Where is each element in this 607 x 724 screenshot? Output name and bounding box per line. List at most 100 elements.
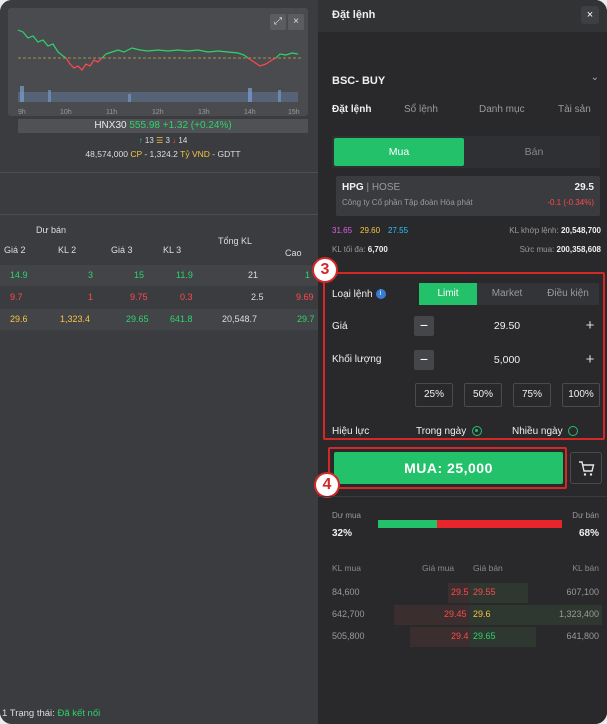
callout-badge-3: 3 bbox=[312, 257, 338, 283]
order-type-conditional[interactable]: Điều kiện bbox=[537, 283, 599, 305]
index-volume: 48,574,000 CP - 1,324.2 Tỷ VND - GDTT bbox=[18, 149, 308, 159]
reference-price[interactable]: 29.60 bbox=[360, 226, 380, 235]
close-icon[interactable]: × bbox=[581, 6, 599, 24]
ask-surplus-label: Dư bán bbox=[572, 511, 599, 520]
flat-count: 3 bbox=[165, 136, 170, 145]
percent-75-button[interactable]: 75% bbox=[513, 383, 551, 407]
max-volume: KL tối đa: 6,700 bbox=[332, 245, 388, 254]
stock-code-line: HPG | HOSE bbox=[342, 182, 400, 193]
percent-100-button[interactable]: 100% bbox=[562, 383, 600, 407]
sentiment-bar-buy bbox=[378, 520, 437, 528]
index-breadth: ↑ 13 ☰ 3 ↓ 14 bbox=[18, 136, 308, 145]
stock-card[interactable]: HPG | HOSE 29.5 Công ty Cổ phần Tập đoàn… bbox=[336, 176, 600, 216]
validity-day-option[interactable]: Trong ngày bbox=[416, 426, 482, 437]
table-cell: 29.65 bbox=[126, 314, 149, 324]
ask-qty: 1,323,400 bbox=[558, 609, 599, 619]
buy-side-button[interactable]: Mua bbox=[334, 138, 464, 166]
connection-status: 1 Trạng thái: Đã kết nối bbox=[2, 708, 100, 719]
percent-25-button[interactable]: 25% bbox=[415, 383, 453, 407]
radio-selected-icon[interactable] bbox=[471, 426, 482, 437]
price-decrease-button[interactable]: − bbox=[414, 316, 434, 336]
order-panel: Đặt lệnh × BSC- BUY ⌄ Đặt lệnh Sổ lệnh D… bbox=[312, 0, 607, 724]
market-panel: ⤢ × 9h 10h 11h 12h 13h 14h 15h HNX30 555… bbox=[0, 0, 318, 724]
index-chart[interactable]: ⤢ × 9h 10h 11h 12h 13h 14h 15h bbox=[8, 8, 308, 116]
chevron-down-icon[interactable]: ⌄ bbox=[591, 72, 599, 83]
tab-order-book[interactable]: Sổ lệnh bbox=[404, 104, 438, 115]
index-name: HNX30 bbox=[94, 120, 127, 131]
sentiment-bar bbox=[378, 520, 562, 528]
index-value-change: 555.98 +1.32 (+0.24%) bbox=[129, 120, 232, 131]
quantity-input[interactable]: 5,000 bbox=[434, 349, 580, 371]
sentiment-bar-sell bbox=[437, 520, 562, 528]
time-tick: 14h bbox=[244, 109, 256, 116]
tab-assets[interactable]: Tài sản bbox=[558, 104, 591, 115]
stock-exchange: | HOSE bbox=[366, 182, 401, 193]
order-type-limit[interactable]: Limit bbox=[419, 283, 477, 305]
book-header: KL mua bbox=[332, 563, 361, 573]
stock-price: 29.5 bbox=[574, 182, 594, 193]
ask-surplus-pct: 68% bbox=[578, 528, 599, 539]
book-row[interactable]: 505,800 29.4 29.65 641,800 bbox=[318, 627, 607, 647]
ceiling-price[interactable]: 31.65 bbox=[332, 226, 352, 235]
account-select[interactable]: BSC- BUY bbox=[332, 75, 385, 87]
table-row[interactable]: 14.9 3 15 11.9 21 1 bbox=[0, 265, 318, 286]
table-cell: 9.75 bbox=[130, 292, 148, 302]
index-separator: - bbox=[141, 149, 150, 159]
quantity-decrease-button[interactable]: − bbox=[414, 350, 434, 370]
order-type-text: Loại lệnh bbox=[332, 289, 373, 300]
order-type-market[interactable]: Market bbox=[477, 283, 537, 305]
buy-submit-button[interactable]: MUA: 25,000 bbox=[334, 452, 563, 484]
buying-power: Sức mua: 200,358,608 bbox=[520, 245, 601, 254]
divider bbox=[0, 214, 318, 215]
buying-power-label: Sức mua: bbox=[519, 245, 555, 254]
buying-power-value: 200,358,608 bbox=[556, 245, 602, 254]
equal-icon: ☰ bbox=[156, 136, 164, 145]
max-volume-value: 6,700 bbox=[367, 245, 388, 254]
callout-badge-4: 4 bbox=[314, 472, 340, 498]
table-cell: 14.9 bbox=[10, 270, 28, 280]
index-session: - GDTT bbox=[212, 149, 241, 159]
table-cell: 21 bbox=[248, 270, 259, 280]
close-icon[interactable]: × bbox=[288, 14, 304, 30]
sell-side-button[interactable]: Bán bbox=[470, 138, 598, 166]
matched-volume-label: KL khớp lệnh: bbox=[509, 226, 559, 235]
table-row[interactable]: 9.7 1 9.75 0.3 2.5 9.69 bbox=[0, 287, 318, 308]
quantity-stepper: − 5,000 + bbox=[414, 349, 600, 371]
book-header: Giá bán bbox=[473, 563, 503, 573]
status-label: 1 Trạng thái: bbox=[2, 708, 55, 719]
order-type-selector: Limit Market Điều kiện bbox=[419, 283, 599, 305]
ask-qty: 607,100 bbox=[566, 587, 599, 597]
matched-volume: KL khớp lệnh: 20,548,700 bbox=[509, 226, 601, 235]
bid-qty: 505,800 bbox=[332, 631, 365, 641]
up-count: 13 bbox=[144, 136, 154, 145]
table-row[interactable]: 29.6 1,323.4 29.65 641.8 20,548.7 29.7 bbox=[0, 309, 318, 330]
price-increase-button[interactable]: + bbox=[580, 316, 600, 336]
table-cell: 3 bbox=[88, 270, 94, 280]
tab-portfolio[interactable]: Danh mục bbox=[479, 104, 525, 115]
index-volume-value: 48,574,000 bbox=[85, 149, 128, 159]
ask-price: 29.6 bbox=[473, 609, 491, 619]
radio-unselected-icon[interactable] bbox=[568, 426, 579, 437]
bid-qty: 642,700 bbox=[332, 609, 365, 619]
quantity-increase-button[interactable]: + bbox=[580, 350, 600, 370]
column-header: Giá 2 bbox=[4, 245, 26, 255]
floor-price[interactable]: 27.55 bbox=[388, 226, 408, 235]
table-cell: 9.7 bbox=[10, 292, 23, 302]
app-frame: ⤢ × 9h 10h 11h 12h 13h 14h 15h HNX30 555… bbox=[0, 0, 607, 724]
expand-icon[interactable]: ⤢ bbox=[270, 14, 286, 30]
info-icon[interactable]: i bbox=[375, 289, 386, 300]
index-volume-unit: CP bbox=[130, 149, 142, 159]
book-header: Giá mua bbox=[422, 563, 455, 573]
validity-label: Hiệu lực bbox=[332, 426, 370, 437]
group-header: Dư bán bbox=[36, 225, 67, 235]
book-row[interactable]: 642,700 29.45 29.6 1,323,400 bbox=[318, 605, 607, 625]
max-volume-label: KL tối đa: bbox=[332, 245, 366, 254]
percent-50-button[interactable]: 50% bbox=[464, 383, 502, 407]
index-amount: 1,324.2 bbox=[149, 149, 178, 159]
book-row[interactable]: 84,600 29.5 29.55 607,100 bbox=[318, 583, 607, 603]
cart-button[interactable] bbox=[570, 452, 602, 484]
column-header: KL 3 bbox=[163, 245, 182, 255]
tab-place-order[interactable]: Đặt lệnh bbox=[332, 104, 371, 115]
price-input[interactable]: 29.50 bbox=[434, 315, 580, 337]
validity-multi-option[interactable]: Nhiều ngày bbox=[512, 426, 579, 437]
